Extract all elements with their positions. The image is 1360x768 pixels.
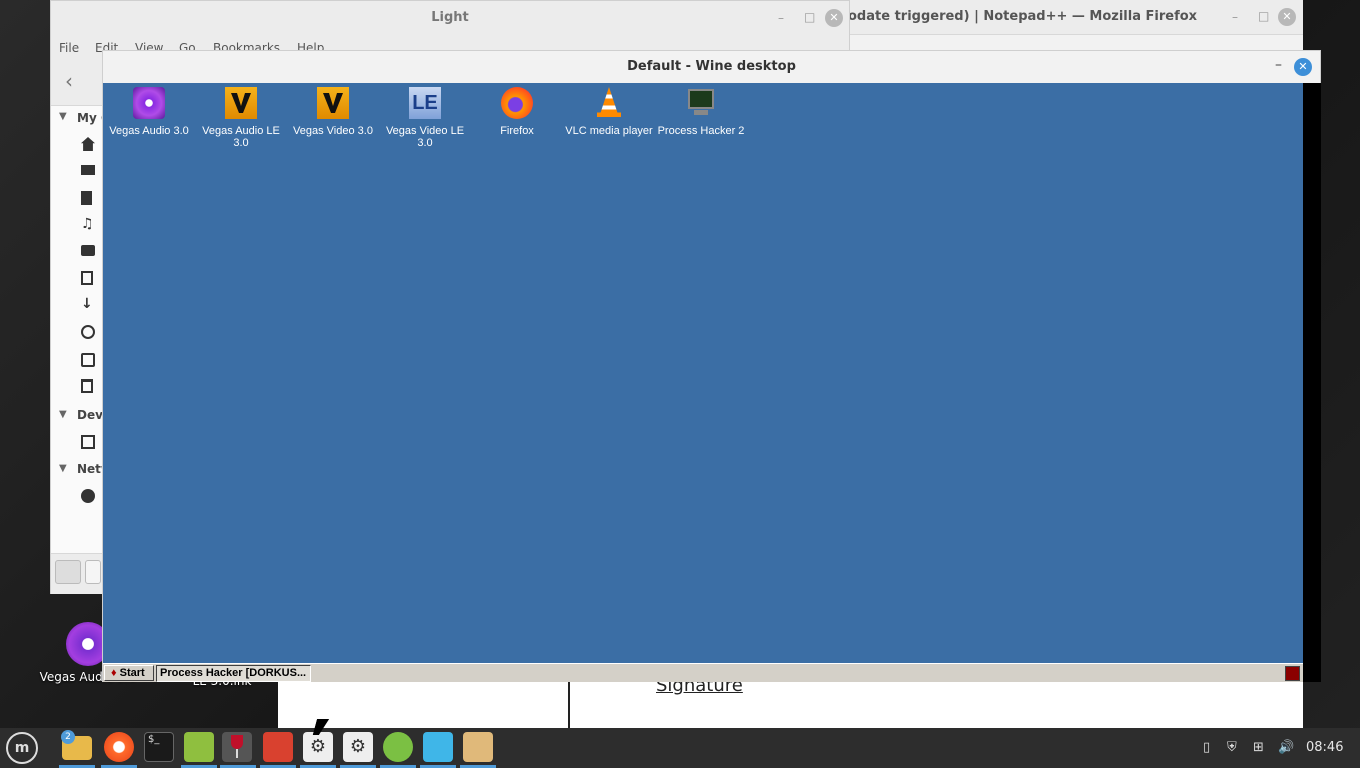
expander-icon[interactable]: ▼ — [59, 111, 67, 122]
wine-icon-label: Process Hacker 2 — [657, 125, 745, 137]
shield-icon[interactable]: ⛨ — [1227, 740, 1237, 755]
wine-icon-label: Vegas Audio LE 3.0 — [202, 125, 280, 149]
close-icon[interactable]: ✕ — [825, 9, 843, 27]
vegas-audio-icon — [133, 87, 165, 119]
camera-icon[interactable] — [81, 245, 95, 256]
network-globe-icon[interactable] — [81, 489, 95, 503]
process-hacker-task-button[interactable]: Process Hacker [DORKUS... — [156, 665, 311, 682]
maximize-icon[interactable]: □ — [804, 10, 815, 24]
document-icon[interactable] — [81, 191, 92, 205]
file-manager-titlebar: Light – □ ✕ — [51, 1, 849, 35]
wine-desktop: Vegas Audio 3.0 Vegas Audio LE 3.0 Vegas… — [103, 83, 1303, 663]
film-icon[interactable] — [81, 271, 93, 285]
start-button[interactable]: ♦ Start — [104, 665, 154, 681]
menu-file[interactable]: File — [59, 41, 79, 55]
trash-icon[interactable] — [81, 379, 93, 393]
mint-menu-icon[interactable]: m — [6, 732, 38, 764]
wine-icon-label: Vegas Video 3.0 — [293, 125, 373, 137]
settings-icon[interactable]: ⚙ — [343, 732, 373, 762]
minimize-icon[interactable]: – — [778, 11, 784, 25]
download-icon[interactable]: ↓ — [81, 297, 95, 311]
show-places-button[interactable] — [55, 560, 81, 584]
music-icon[interactable]: ♫ — [81, 217, 95, 231]
vlc-icon — [593, 87, 625, 119]
expander-icon[interactable]: ▼ — [59, 409, 67, 420]
clock-icon[interactable] — [81, 325, 95, 339]
back-arrow-icon[interactable]: ‹ — [65, 69, 73, 93]
vegas-video-le-icon: LE — [409, 87, 441, 119]
computer-icon[interactable] — [81, 353, 95, 367]
start-label: Start — [119, 667, 145, 679]
mintupdate-icon[interactable] — [184, 732, 214, 762]
terminal-icon[interactable]: $_ — [144, 732, 174, 762]
gear-icon[interactable]: ⚙ — [303, 732, 333, 762]
notification-badge: 2 — [61, 730, 75, 744]
app-icon[interactable] — [423, 732, 453, 762]
wine-icon-vegas-video-le[interactable]: LE Vegas Video LE 3.0 — [380, 87, 470, 149]
app-icon[interactable] — [263, 732, 293, 762]
firefox-icon — [501, 87, 533, 119]
wine-icon-vegas-audio[interactable]: Vegas Audio 3.0 — [104, 87, 194, 137]
minimize-icon[interactable]: – — [1275, 57, 1282, 73]
wine-icon-label: Vegas Video LE 3.0 — [385, 125, 465, 149]
wine-icon-firefox[interactable]: Firefox — [472, 87, 562, 137]
keyboard-layout-icon[interactable]: ▯ — [1203, 740, 1210, 755]
wine-icon-process-hacker[interactable]: Process Hacker 2 — [656, 87, 746, 137]
vegas-video-icon — [317, 87, 349, 119]
task-label: Process Hacker [DORKUS... — [160, 667, 307, 679]
close-icon[interactable]: ✕ — [1278, 8, 1296, 26]
wine-desktop-window: Default - Wine desktop – ✕ Vegas Audio 3… — [102, 50, 1321, 682]
show-treeview-button[interactable] — [85, 560, 101, 584]
document-divider — [568, 682, 570, 728]
tray-icon[interactable] — [1285, 666, 1300, 681]
maximize-icon[interactable]: □ — [1258, 9, 1269, 23]
wine-taskbar: ♦ Start Process Hacker [DORKUS... — [103, 663, 1303, 682]
software-manager-icon[interactable] — [383, 732, 413, 762]
vegas-audio-le-icon — [225, 87, 257, 119]
expander-icon[interactable]: ▼ — [59, 463, 67, 474]
wine-desktop-edge — [1303, 83, 1321, 682]
process-hacker-icon — [685, 87, 717, 119]
file-manager-title: Light — [431, 10, 469, 25]
desktop-icon[interactable] — [81, 165, 95, 175]
wine-icon-vegas-audio-le[interactable]: Vegas Audio LE 3.0 — [196, 87, 286, 149]
archive-icon[interactable] — [463, 732, 493, 762]
network-icon[interactable]: ⊞ — [1253, 740, 1264, 755]
wine-icon-label: Vegas Audio 3.0 — [109, 125, 189, 137]
wine-icon[interactable] — [222, 732, 252, 762]
firefox-icon[interactable] — [104, 732, 134, 762]
system-taskbar: m $_ ⚙ ⚙ ▯ ⛨ ⊞ 🔊 08:46 — [0, 728, 1360, 768]
clock[interactable]: 08:46 — [1306, 740, 1343, 755]
volume-icon[interactable]: 🔊 — [1278, 740, 1294, 755]
wine-titlebar: Default - Wine desktop – ✕ — [103, 51, 1320, 83]
close-icon[interactable]: ✕ — [1294, 58, 1312, 76]
sidebar: ▼ My C ♫ ↓ ▼ Devi ▼ Netw — [51, 105, 112, 553]
wine-glass-icon: ♦ — [111, 667, 117, 679]
wine-icon-label: VLC media player — [565, 125, 653, 137]
drive-icon[interactable] — [81, 435, 95, 449]
wine-window-title: Default - Wine desktop — [627, 59, 796, 74]
wine-icon-vlc[interactable]: VLC media player — [564, 87, 654, 137]
wine-icon-vegas-video[interactable]: Vegas Video 3.0 — [288, 87, 378, 137]
home-icon[interactable] — [81, 137, 95, 151]
wine-icon-label: Firefox — [500, 125, 534, 137]
firefox-window-title: odate triggered) | Notepad++ — Mozilla F… — [848, 9, 1198, 24]
minimize-icon[interactable]: – — [1232, 10, 1238, 24]
